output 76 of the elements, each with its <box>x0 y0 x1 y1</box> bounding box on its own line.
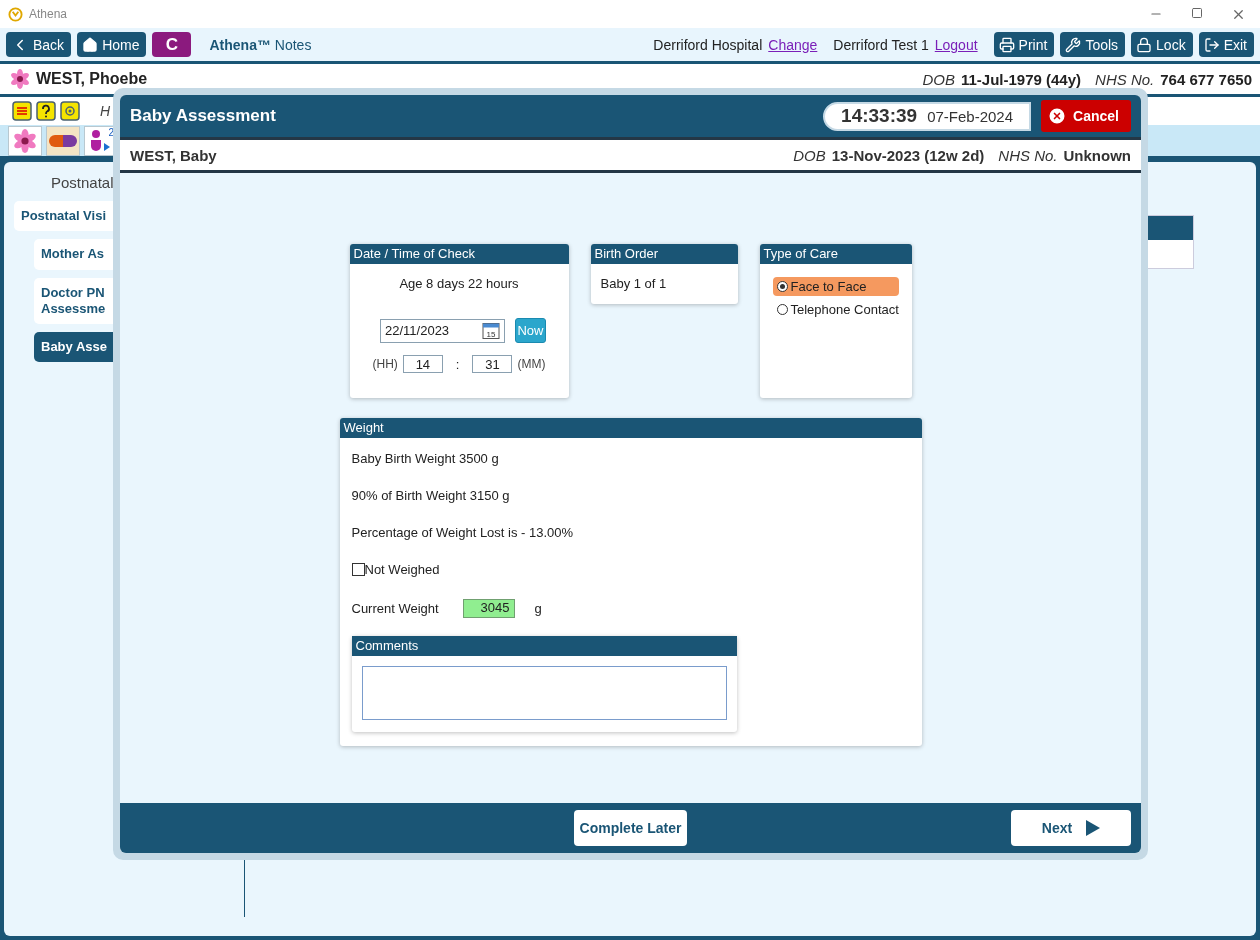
logout-link[interactable]: Logout <box>934 36 978 53</box>
clock-date: 07-Feb-2024 <box>927 107 1014 125</box>
medication-tile[interactable] <box>46 125 80 156</box>
baby-icon <box>90 128 112 153</box>
nhs-label: NHS No. <box>998 146 1058 164</box>
checkbox-label: Not Weighed <box>364 562 440 577</box>
care-option[interactable]: Face to Face <box>772 277 899 296</box>
hours-field[interactable]: 14 <box>402 355 443 373</box>
close-icon <box>1047 106 1068 126</box>
flower-icon <box>10 69 30 89</box>
pill-icon <box>49 134 77 147</box>
card-title: Date / Time of Check <box>349 244 569 264</box>
birth-order-value: Baby 1 of 1 <box>600 276 668 291</box>
wrench-icon <box>1065 36 1082 53</box>
baby-count: 2 <box>108 126 114 138</box>
window-title: Athena <box>29 7 68 21</box>
play-icon <box>1086 820 1101 836</box>
maximize-icon[interactable] <box>1191 6 1203 19</box>
patient-name: WEST, Phoebe <box>36 70 148 88</box>
flower-icon <box>13 128 37 153</box>
date-field[interactable]: 22/11/2023 15 <box>380 318 505 343</box>
card-title: Comments <box>351 636 737 656</box>
toolbar-button[interactable]: Tools <box>1060 32 1126 57</box>
weight-text: Baby Birth Weight 3500 g <box>351 451 500 466</box>
lock-icon <box>1136 36 1153 53</box>
nhs-value: Unknown <box>1063 146 1131 164</box>
alert-text: H <box>100 103 111 119</box>
nav-button[interactable]: Back <box>6 32 72 57</box>
site-name: Derriford Hospital <box>653 36 763 53</box>
next-button[interactable]: Next <box>1011 810 1131 846</box>
minutes-label: (MM) <box>517 357 546 371</box>
care-option[interactable]: Telephone Contact <box>772 300 899 319</box>
toolbar-button[interactable]: Print <box>993 32 1055 57</box>
nav-button[interactable]: Home <box>77 32 147 57</box>
dob-value: 13-Nov-2023 (12w 2d) <box>831 146 985 164</box>
cancel-button[interactable]: Cancel <box>1041 100 1131 132</box>
baby-name: WEST, Baby <box>130 146 217 164</box>
complete-later-button[interactable]: Complete Later <box>574 810 687 846</box>
logo-icon <box>8 6 23 22</box>
hours-label: (HH) <box>372 357 398 371</box>
dob-label: DOB <box>793 146 826 164</box>
toolbar-button[interactable]: Lock <box>1131 32 1193 57</box>
clock-time: 14:33:39 <box>841 105 918 127</box>
user-name: Derriford Test 1 <box>833 36 929 53</box>
nhs-label: NHS No. <box>1095 70 1155 88</box>
nhs-value: 764 677 7650 <box>1160 70 1252 88</box>
alert-lines-icon[interactable] <box>12 101 32 121</box>
age-text: Age 8 days 22 hours <box>399 276 519 291</box>
not-weighed-checkbox[interactable] <box>351 563 365 576</box>
settings-icon[interactable] <box>60 101 80 121</box>
printer-icon <box>998 36 1015 53</box>
dob-value: 11-Jul-1979 (44y) <box>960 70 1082 88</box>
minutes-field[interactable]: 31 <box>472 355 513 373</box>
app-badge[interactable]: C <box>152 32 192 57</box>
weight-text: 90% of Birth Weight 3150 g <box>351 488 511 503</box>
change-link[interactable]: Change <box>768 36 818 53</box>
time-separator: : <box>455 356 460 372</box>
app-name: Athena™ Notes <box>209 36 312 53</box>
toolbar-button[interactable]: Exit <box>1198 32 1254 57</box>
card-title: Birth Order <box>590 244 738 264</box>
dialog-title: Baby Assessment <box>130 106 276 126</box>
comments-field[interactable] <box>361 666 727 720</box>
help-icon[interactable] <box>36 101 56 121</box>
dob-label: DOB <box>922 70 955 88</box>
flower-tile[interactable] <box>8 125 42 156</box>
exit-icon <box>1203 36 1220 53</box>
card-title: Type of Care <box>759 244 912 264</box>
current-weight-label: Current Weight <box>351 601 440 616</box>
current-weight-field[interactable]: 3045 <box>462 599 515 618</box>
calendar-icon[interactable]: 15 <box>482 321 500 340</box>
home-icon <box>82 36 99 53</box>
weight-text: Percentage of Weight Lost is - 13.00% <box>351 525 575 540</box>
card-title: Weight <box>339 418 922 438</box>
date-value: 22/11/2023 <box>385 323 450 338</box>
weight-unit: g <box>534 601 542 616</box>
section-heading: Postnatal <box>51 174 115 191</box>
